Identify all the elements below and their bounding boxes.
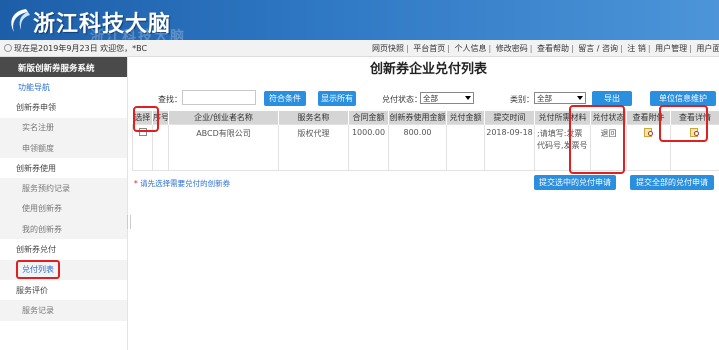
col-voucher-amount: 创新券使用金额 [388,111,447,124]
col-contract-amount: 合同金额 [348,111,389,124]
col-payout-amount: 兑付金额 [446,111,485,124]
sidebar-category-use[interactable]: 创新券使用 [0,158,127,179]
sidebar-category-payout[interactable]: 创新券兑付 [0,239,127,260]
selection-hint: * 请先选择需要兑付的创新券 [134,179,231,188]
search-label: 查找： [158,95,182,104]
sidebar-category-evaluation[interactable]: 服务评价 [0,279,127,301]
link-user-management[interactable]: 用户管理 [655,44,687,53]
sidebar-item-booking-records[interactable]: 服务预约记录 [0,178,127,199]
col-materials: 兑付所需材料 [534,111,591,124]
clock-icon [4,44,12,52]
row-submit-time: 2018-09-18 [484,123,535,171]
row-contract-amount: 1000.00 [348,123,389,171]
table-header-row: 选择 序号 企业/创业者名称 服务名称 合同金额 创新券使用金额 兑付金额 提交… [132,111,719,124]
welcome-text: 现在是2019年9月23日 欢迎您，*BC [14,44,148,53]
chevron-down-icon [465,96,471,100]
category-select[interactable]: 全部 [534,92,586,104]
sidebar-category-apply[interactable]: 创新券申领 [0,97,127,118]
top-info-bar: 现在是2019年9月23日 欢迎您，*BC 网页快照 | 平台首页 | 个人信息 | … [0,40,719,57]
top-links: 网页快照 | 平台首页 | 个人信息 | 修改密码 | 查看帮助 | 留言 / 咨询 | 注… [372,43,719,54]
row-voucher-amount: 800.00 [388,123,447,171]
row-status: 退回 [590,123,627,171]
row-payout-amount [446,123,485,171]
col-select: 选择 [132,111,153,124]
sidebar: 新版创新券服务系统 功能导航 创新券申领 实名注册 申领额度 创新券使用 服务预… [0,57,128,350]
view-attachment-icon[interactable] [643,127,654,137]
search-input[interactable] [182,90,256,105]
submit-selected-button[interactable]: 提交选中的兑付申请 [534,175,616,190]
main-content: 创新券企业兑付列表 查找： 符合条件 显示所有 兑付状态： 全部 类别： 全部 … [132,57,719,350]
sidebar-item-function-nav[interactable]: 功能导航 [0,77,127,98]
sidebar-header: 新版创新券服务系统 [0,57,127,77]
category-filter-label: 类别： [510,95,534,104]
row-company: ABCD有限公司 [168,123,279,171]
col-service: 服务名称 [278,111,349,124]
status-filter-label: 兑付状态： [382,95,422,104]
link-change-password[interactable]: 修改密码 [496,44,528,53]
row-index [152,123,169,171]
row-select-cell [132,123,153,171]
col-company: 企业/创业者名称 [168,111,279,124]
col-details: 查看详情 [670,111,719,124]
col-index: 序号 [152,111,169,124]
row-service: 版权代理 [278,123,349,171]
logo-swoosh-icon [11,9,30,32]
table-row: ABCD有限公司 版权代理 1000.00 800.00 2018-09-18 … [132,123,719,171]
row-materials: ;请填写:发票代码号,发票号 [534,123,591,171]
sidebar-item-use-voucher[interactable]: 使用创新券 [0,198,127,220]
link-help[interactable]: 查看帮助 [537,44,569,53]
chevron-down-icon [577,96,583,100]
link-snapshot[interactable]: 网页快照 [372,44,404,53]
banner-watermark: 浙江科技大脑 [90,29,186,40]
link-user-panel[interactable]: 用户面板 [696,44,719,53]
row-details-cell [670,123,719,171]
link-logout[interactable]: 注 销 [627,44,646,53]
col-submit-time: 提交时间 [484,111,535,124]
submit-all-button[interactable]: 提交全部的兑付申请 [630,175,714,190]
match-conditions-button[interactable]: 符合条件 [264,91,306,106]
status-select[interactable]: 全部 [420,92,474,104]
row-checkbox[interactable] [138,127,147,136]
link-message[interactable]: 留言 / 咨询 [578,44,618,53]
view-details-icon[interactable] [690,127,700,137]
col-attachment: 查看附件 [626,111,671,124]
site-banner: 浙江科技大脑 浙江科技大脑 [0,0,719,40]
link-home[interactable]: 平台首页 [413,44,445,53]
sidebar-item-real-name[interactable]: 实名注册 [0,117,127,138]
sidebar-collapse-handle[interactable] [127,215,131,229]
page-title: 创新券企业兑付列表 [370,62,488,77]
row-attachment-cell [626,123,671,171]
sidebar-item-my-vouchers[interactable]: 我的创新券 [0,219,127,240]
export-button[interactable]: 导出 [592,91,632,106]
status-select-value: 全部 [423,93,438,103]
show-all-button[interactable]: 显示所有 [318,91,356,106]
col-status: 兑付状态 [590,111,627,124]
sidebar-item-service-records[interactable]: 服务记录 [0,300,127,321]
sidebar-item-apply-quota[interactable]: 申领额度 [0,137,127,159]
unit-info-button[interactable]: 单位信息维护 [650,91,716,106]
category-select-value: 全部 [537,93,552,103]
payout-table: 选择 序号 企业/创业者名称 服务名称 合同金额 创新券使用金额 兑付金额 提交… [132,111,719,171]
sidebar-item-payout-list[interactable]: 兑付列表 [0,259,127,280]
link-profile[interactable]: 个人信息 [455,44,487,53]
